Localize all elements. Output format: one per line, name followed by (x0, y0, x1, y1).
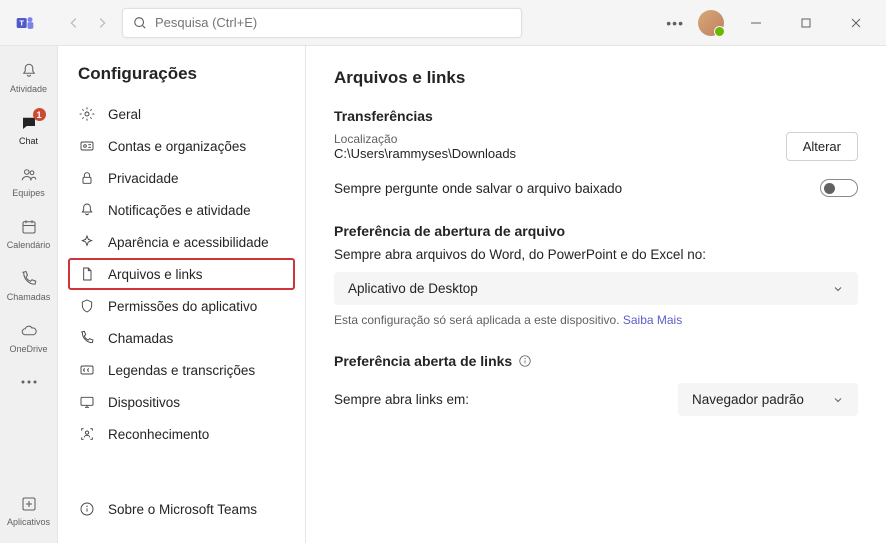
minimize-button[interactable] (738, 9, 774, 37)
info-icon (78, 500, 96, 518)
rail-label: Chat (19, 136, 38, 146)
person-scan-icon (78, 425, 96, 443)
teams-app-icon: T (14, 12, 36, 34)
nav-calls[interactable]: Chamadas (68, 322, 295, 354)
svg-text:T: T (19, 18, 24, 27)
learn-more-link[interactable]: Saiba Mais (623, 313, 682, 327)
rail-apps[interactable]: Aplicativos (0, 485, 58, 535)
nav-devices[interactable]: Dispositivos (68, 386, 295, 418)
nav-label: Notificações e atividade (108, 203, 251, 218)
nav-about[interactable]: Sobre o Microsoft Teams (68, 493, 295, 525)
more-options-button[interactable]: ••• (666, 15, 684, 31)
rail-calendar[interactable]: Calendário (0, 208, 58, 258)
rail-label: Chamadas (7, 292, 51, 302)
nav-label: Contas e organizações (108, 139, 246, 154)
nav-accounts[interactable]: Contas e organizações (68, 130, 295, 162)
calendar-icon (18, 216, 40, 238)
cc-icon (78, 361, 96, 379)
app-rail: Atividade 1 Chat Equipes Calendário Cham… (0, 46, 58, 543)
rail-calls[interactable]: Chamadas (0, 260, 58, 310)
ask-save-label: Sempre pergunte onde salvar o arquivo ba… (334, 181, 622, 196)
rail-label: Atividade (10, 84, 47, 94)
ask-save-toggle[interactable] (820, 179, 858, 197)
downloads-section: Transferências Localização C:\Users\ramm… (334, 108, 858, 197)
rail-activity[interactable]: Atividade (0, 52, 58, 102)
rail-teams[interactable]: Equipes (0, 156, 58, 206)
nav-permissions[interactable]: Permissões do aplicativo (68, 290, 295, 322)
search-input[interactable] (155, 15, 511, 30)
settings-content: Arquivos e links Transferências Localiza… (306, 46, 886, 543)
sparkle-icon (78, 233, 96, 251)
page-title: Arquivos e links (334, 68, 858, 88)
chevron-down-icon (832, 394, 844, 406)
nav-recognition[interactable]: Reconhecimento (68, 418, 295, 450)
nav-privacy[interactable]: Privacidade (68, 162, 295, 194)
title-bar: T ••• (0, 0, 886, 46)
nav-label: Geral (108, 107, 141, 122)
rail-label: OneDrive (9, 344, 47, 354)
nav-label: Chamadas (108, 331, 173, 346)
info-icon[interactable] (518, 354, 532, 368)
nav-label: Sobre o Microsoft Teams (108, 502, 257, 517)
maximize-button[interactable] (788, 9, 824, 37)
links-open-desc: Sempre abra links em: (334, 392, 469, 407)
links-open-title: Preferência aberta de links (334, 353, 512, 369)
nav-label: Privacidade (108, 171, 179, 186)
user-avatar[interactable] (698, 10, 724, 36)
change-location-button[interactable]: Alterar (786, 132, 858, 161)
nav-notifications[interactable]: Notificações e atividade (68, 194, 295, 226)
file-open-desc: Sempre abra arquivos do Word, do PowerPo… (334, 247, 858, 262)
select-value: Navegador padrão (692, 392, 804, 407)
lock-icon (78, 169, 96, 187)
close-button[interactable] (838, 9, 874, 37)
downloads-title: Transferências (334, 108, 858, 124)
monitor-icon (78, 393, 96, 411)
links-open-section: Preferência aberta de links Sempre abra … (334, 353, 858, 416)
nav-label: Arquivos e links (108, 267, 203, 282)
nav-label: Reconhecimento (108, 427, 209, 442)
rail-onedrive[interactable]: OneDrive (0, 312, 58, 362)
select-value: Aplicativo de Desktop (348, 281, 478, 296)
location-label: Localização (334, 132, 516, 146)
file-icon (78, 265, 96, 283)
rail-label: Equipes (12, 188, 45, 198)
file-open-note: Esta configuração só será aplicada a est… (334, 313, 858, 327)
rail-more[interactable] (0, 364, 58, 400)
gear-icon (78, 105, 96, 123)
rail-label: Aplicativos (7, 517, 50, 527)
settings-nav: Configurações Geral Contas e organizaçõe… (58, 46, 306, 543)
links-open-select[interactable]: Navegador padrão (678, 383, 858, 416)
shield-icon (78, 297, 96, 315)
file-open-select[interactable]: Aplicativo de Desktop (334, 272, 858, 305)
nav-appearance[interactable]: Aparência e acessibilidade (68, 226, 295, 258)
id-icon (78, 137, 96, 155)
rail-chat[interactable]: 1 Chat (0, 104, 58, 154)
nav-files-links[interactable]: Arquivos e links (68, 258, 295, 290)
people-icon (18, 164, 40, 186)
search-box[interactable] (122, 8, 522, 38)
nav-general[interactable]: Geral (68, 98, 295, 130)
nav-label: Permissões do aplicativo (108, 299, 257, 314)
nav-label: Legendas e transcrições (108, 363, 255, 378)
back-button[interactable] (60, 9, 88, 37)
chevron-down-icon (832, 283, 844, 295)
nav-captions[interactable]: Legendas e transcrições (68, 354, 295, 386)
cloud-icon (18, 320, 40, 342)
apps-icon (18, 493, 40, 515)
rail-label: Calendário (7, 240, 51, 250)
more-icon (18, 371, 40, 393)
nav-label: Aparência e acessibilidade (108, 235, 269, 250)
chat-badge: 1 (33, 108, 46, 121)
file-open-section: Preferência de abertura de arquivo Sempr… (334, 223, 858, 327)
bell-icon (78, 201, 96, 219)
file-open-title: Preferência de abertura de arquivo (334, 223, 858, 239)
bell-icon (18, 60, 40, 82)
phone-icon (18, 268, 40, 290)
settings-title: Configurações (68, 64, 295, 98)
phone-icon (78, 329, 96, 347)
forward-button[interactable] (88, 9, 116, 37)
location-path: C:\Users\rammyses\Downloads (334, 146, 516, 161)
nav-label: Dispositivos (108, 395, 180, 410)
